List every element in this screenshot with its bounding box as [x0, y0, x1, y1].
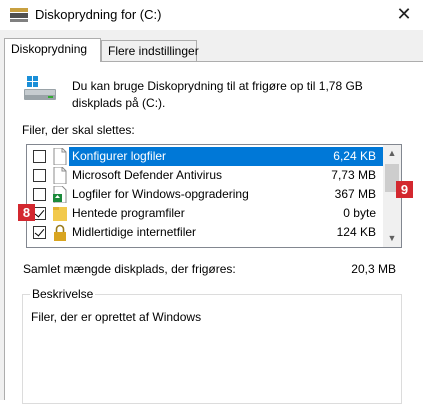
- checkbox[interactable]: [33, 188, 46, 201]
- scroll-up-button[interactable]: ▲: [383, 145, 401, 162]
- annotation-badge: 8: [18, 204, 35, 221]
- close-icon: ✕: [396, 4, 412, 24]
- total-value: 20,3 MB: [351, 262, 396, 276]
- checkbox[interactable]: [33, 169, 46, 182]
- list-item[interactable]: Konfigurer logfiler 6,24 KB: [27, 147, 383, 166]
- chevron-up-icon: ▲: [387, 148, 397, 158]
- chevron-down-icon: ▼: [387, 233, 397, 243]
- tab-label: Flere indstillinger: [108, 44, 199, 58]
- total-label: Samlet mængde diskplads, der frigøres:: [23, 262, 236, 276]
- info-text: Du kan bruge Diskoprydning til at frigør…: [72, 79, 363, 110]
- upgrade-log-icon: [53, 186, 67, 203]
- file-size: 367 MB: [334, 187, 376, 201]
- list-item[interactable]: Hentede programfiler 0 byte: [27, 204, 383, 223]
- folder-icon: [53, 207, 67, 221]
- checkbox[interactable]: [33, 150, 46, 163]
- blank-file-icon: [53, 148, 67, 165]
- list-item[interactable]: Logfiler for Windows-opgradering 367 MB: [27, 185, 383, 204]
- file-name: Konfigurer logfiler: [70, 147, 312, 166]
- file-name: Microsoft Defender Antivirus: [72, 168, 223, 182]
- tab-flere-indstillinger[interactable]: Flere indstillinger: [101, 40, 199, 61]
- checkbox[interactable]: [33, 226, 46, 239]
- file-size: 0 byte: [343, 206, 376, 220]
- close-button[interactable]: ✕: [393, 3, 415, 25]
- blank-file-icon: [53, 167, 67, 184]
- tab-diskoprydning[interactable]: Diskoprydning: [4, 38, 101, 62]
- annotation-badge: 9: [396, 181, 413, 198]
- file-name: Hentede programfiler: [72, 206, 185, 220]
- drive-icon: [24, 76, 56, 100]
- title-bar: Diskoprydning for (C:) ✕: [0, 0, 423, 30]
- list-item[interactable]: Midlertidige internetfiler 124 KB: [27, 223, 383, 242]
- file-name: Logfiler for Windows-opgradering: [72, 187, 249, 201]
- file-name: Midlertidige internetfiler: [72, 225, 197, 239]
- window-title: Diskoprydning for (C:): [35, 7, 162, 22]
- list-item[interactable]: Microsoft Defender Antivirus 7,73 MB: [27, 166, 383, 185]
- scroll-down-button[interactable]: ▼: [383, 230, 401, 247]
- files-label: Filer, der skal slettes:: [22, 123, 135, 137]
- file-size: 7,73 MB: [331, 168, 376, 182]
- disk-cleanup-icon: [10, 8, 28, 22]
- file-size: 124 KB: [336, 225, 376, 239]
- file-size: 6,24 KB: [312, 147, 383, 166]
- files-list[interactable]: Konfigurer logfiler 6,24 KB Microsoft De…: [26, 144, 402, 248]
- description-title: Beskrivelse: [30, 287, 96, 301]
- tab-label: Diskoprydning: [11, 42, 88, 56]
- description-text: Filer, der er oprettet af Windows: [31, 310, 202, 324]
- lock-icon: [54, 224, 66, 241]
